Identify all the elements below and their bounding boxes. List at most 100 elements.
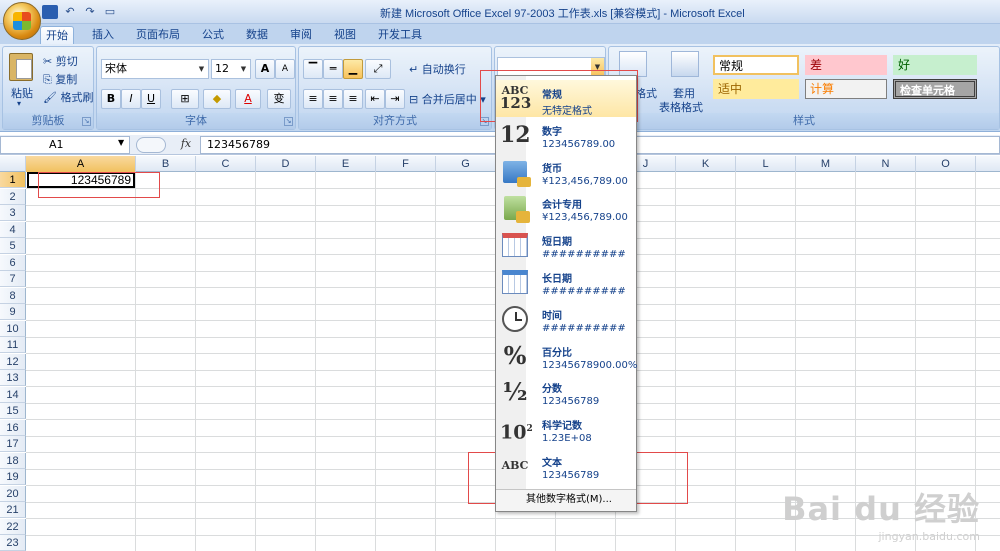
column-header-a[interactable]: A xyxy=(26,156,136,172)
paste-icon[interactable] xyxy=(9,53,33,81)
increase-indent-button[interactable]: ⇥ xyxy=(385,89,405,109)
column-header-e[interactable]: E xyxy=(316,156,376,172)
row-header-19[interactable]: 19 xyxy=(0,469,26,485)
column-header-c[interactable]: C xyxy=(196,156,256,172)
style-normal[interactable]: 常规 xyxy=(713,55,799,75)
row-header-2[interactable]: 2 xyxy=(0,188,26,205)
row-header-1[interactable]: 1 xyxy=(0,172,26,188)
font-color-button[interactable]: A xyxy=(235,89,261,109)
style-check-cell[interactable]: 检查单元格 xyxy=(893,79,977,99)
column-header-m[interactable]: M xyxy=(796,156,856,172)
table-format-icon[interactable] xyxy=(671,51,699,77)
row-header-12[interactable]: 12 xyxy=(0,353,26,370)
align-right-button[interactable]: ≡ xyxy=(343,89,363,109)
border-button[interactable]: ⊞ xyxy=(171,89,199,109)
italic-button[interactable]: I xyxy=(121,89,141,109)
row-header-7[interactable]: 7 xyxy=(0,271,26,287)
align-bottom-button[interactable]: ▁ xyxy=(343,59,363,79)
row-header-10[interactable]: 10 xyxy=(0,320,26,337)
styles-group: 格式 套用 表格格式 常规 差 好 适中 计算 检查单元格 样式 xyxy=(608,46,1000,130)
name-box[interactable]: A1 xyxy=(0,136,130,154)
wrap-text-button[interactable]: ↵ 自动换行 xyxy=(409,61,466,77)
row-header-4[interactable]: 4 xyxy=(0,221,26,238)
number-format-fraction[interactable]: ½ 分数 123456789 xyxy=(496,374,636,411)
number-format-long-date[interactable]: 长日期 ########## xyxy=(496,264,636,301)
column-header-k[interactable]: K xyxy=(676,156,736,172)
tab-home[interactable]: 开始 xyxy=(40,26,74,44)
paste-button[interactable]: 粘贴 xyxy=(11,85,33,101)
column-header-b[interactable]: B xyxy=(136,156,196,172)
number-format-percentage[interactable]: % 百分比 12345678900.00% xyxy=(496,338,638,375)
name-box-dropdown-icon[interactable]: ▼ xyxy=(118,138,124,147)
number-format-number[interactable]: 12 数字 123456789.00 xyxy=(496,117,636,154)
insert-function-button[interactable]: fx xyxy=(174,137,198,153)
tab-page-layout[interactable]: 页面布局 xyxy=(130,26,186,44)
style-calculation[interactable]: 计算 xyxy=(805,79,887,99)
row-header-14[interactable]: 14 xyxy=(0,386,26,403)
more-number-formats[interactable]: 其他数字格式(M)... xyxy=(496,489,636,511)
column-header-l[interactable]: L xyxy=(736,156,796,172)
tab-developer[interactable]: 开发工具 xyxy=(372,26,428,44)
align-top-button[interactable]: ▔ xyxy=(303,59,323,79)
column-header-f[interactable]: F xyxy=(376,156,436,172)
number-format-text[interactable]: ABC 文本 123456789 xyxy=(496,448,636,485)
number-format-general[interactable]: ABC 123 常规 无特定格式 xyxy=(496,80,636,117)
column-header-o[interactable]: O xyxy=(916,156,976,172)
font-family-select[interactable]: 宋体 ▼ xyxy=(101,59,209,79)
grow-font-button[interactable]: A xyxy=(255,59,275,79)
decrease-indent-button[interactable]: ⇤ xyxy=(365,89,385,109)
style-bad[interactable]: 差 xyxy=(805,55,887,75)
clipboard-launcher-icon[interactable]: ↘ xyxy=(82,117,91,126)
shrink-font-button[interactable]: A xyxy=(275,59,295,79)
row-header-22[interactable]: 22 xyxy=(0,518,26,535)
tab-formulas[interactable]: 公式 xyxy=(196,26,230,44)
underline-button[interactable]: U xyxy=(141,89,161,109)
font-size-select[interactable]: 12 ▼ xyxy=(211,59,251,79)
number-format-short-date[interactable]: 短日期 ########## xyxy=(496,227,636,264)
number-format-scientific[interactable]: 102 科学记数 1.23E+08 xyxy=(496,411,636,448)
fill-color-button[interactable]: ◆ xyxy=(203,89,231,109)
row-header-20[interactable]: 20 xyxy=(0,485,26,502)
row-header-23[interactable]: 23 xyxy=(0,535,26,551)
select-all-corner[interactable] xyxy=(0,156,26,172)
row-header-13[interactable]: 13 xyxy=(0,370,26,386)
font-launcher-icon[interactable]: ↘ xyxy=(284,117,293,126)
style-neutral[interactable]: 适中 xyxy=(713,79,799,99)
row-header-3[interactable]: 3 xyxy=(0,205,26,221)
row-header-16[interactable]: 16 xyxy=(0,419,26,436)
row-header-21[interactable]: 21 xyxy=(0,502,26,518)
align-center-button[interactable]: ≡ xyxy=(323,89,343,109)
copy-button[interactable]: ⎘ 复制 xyxy=(43,71,77,87)
number-format-time[interactable]: 时间 ########## xyxy=(496,301,636,338)
tab-data[interactable]: 数据 xyxy=(240,26,274,44)
row-header-11[interactable]: 11 xyxy=(0,337,26,353)
number-format-currency[interactable]: 货币 ¥123,456,789.00 xyxy=(496,154,636,191)
number-format-accounting[interactable]: 会计专用 ¥123,456,789.00 xyxy=(496,190,636,227)
cut-button[interactable]: ✂ 剪切 xyxy=(43,53,78,69)
orientation-button[interactable]: ⤢ xyxy=(365,59,391,79)
expand-formula-icon[interactable] xyxy=(136,137,166,153)
row-header-17[interactable]: 17 xyxy=(0,436,26,452)
row-header-8[interactable]: 8 xyxy=(0,287,26,304)
row-header-6[interactable]: 6 xyxy=(0,254,26,271)
office-button[interactable] xyxy=(3,2,41,40)
align-middle-button[interactable]: ═ xyxy=(323,59,343,79)
row-header-9[interactable]: 9 xyxy=(0,304,26,320)
conditional-format-label[interactable]: 格式 xyxy=(635,85,657,101)
phonetic-button[interactable]: 变 xyxy=(267,89,291,109)
column-header-d[interactable]: D xyxy=(256,156,316,172)
style-good[interactable]: 好 xyxy=(893,55,977,75)
tab-review[interactable]: 审阅 xyxy=(284,26,318,44)
row-header-15[interactable]: 15 xyxy=(0,403,26,419)
row-header-18[interactable]: 18 xyxy=(0,452,26,469)
tab-insert[interactable]: 插入 xyxy=(86,26,120,44)
merge-center-button[interactable]: ⊟ 合并后居中 ▾ xyxy=(409,91,486,107)
paste-dropdown-icon[interactable]: ▾ xyxy=(17,99,21,108)
column-header-n[interactable]: N xyxy=(856,156,916,172)
format-painter-button[interactable]: 🖌 格式刷 xyxy=(43,89,93,105)
bold-button[interactable]: B xyxy=(101,89,121,109)
column-header-g[interactable]: G xyxy=(436,156,496,172)
row-header-5[interactable]: 5 xyxy=(0,238,26,254)
align-left-button[interactable]: ≡ xyxy=(303,89,323,109)
tab-view[interactable]: 视图 xyxy=(328,26,362,44)
